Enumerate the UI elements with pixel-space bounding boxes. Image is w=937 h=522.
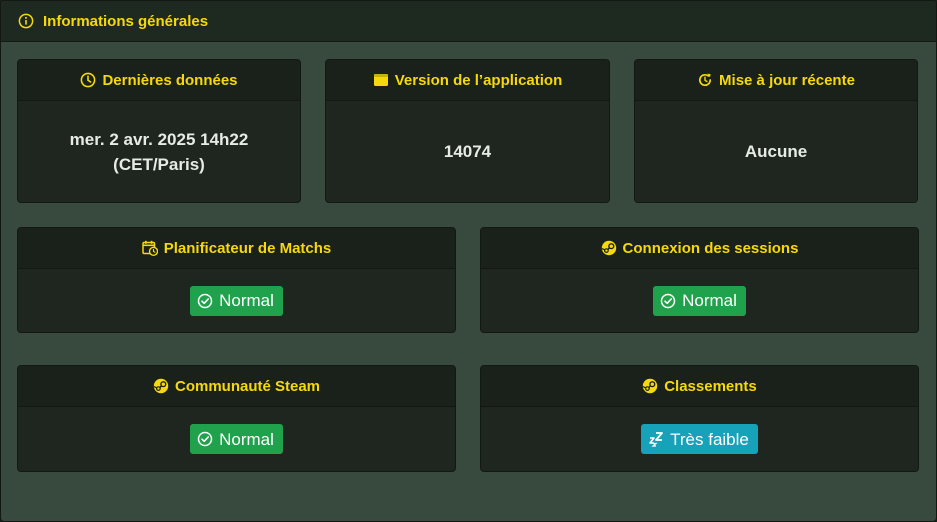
- card-title: Mise à jour récente: [719, 71, 855, 89]
- session-login-card: Connexion des sessions Normal: [480, 227, 919, 333]
- check-circle-icon: [197, 293, 213, 309]
- steam-icon: [601, 240, 617, 256]
- status-badge: Très faible: [641, 424, 758, 454]
- recent-update-card: Mise à jour récente Aucune: [634, 59, 918, 203]
- sleep-icon: [648, 431, 664, 447]
- general-info-panel: Informations générales Dernières données…: [0, 0, 937, 522]
- card-body: Normal: [481, 269, 918, 332]
- calendar-clock-icon: [141, 240, 158, 256]
- card-title: Planificateur de Matchs: [163, 239, 332, 257]
- app-version-card: Version de l’application 14074: [325, 59, 610, 203]
- clock-icon: [80, 72, 96, 88]
- last-data-card: Dernières données mer. 2 avr. 2025 14h22…: [17, 59, 301, 203]
- card-header: Connexion des sessions: [481, 228, 918, 269]
- leaderboards-card: Classements Très faible: [480, 365, 919, 472]
- card-header: Communauté Steam: [18, 366, 455, 407]
- card-body: 14074: [326, 101, 609, 202]
- status-label: Normal: [219, 291, 274, 310]
- check-circle-icon: [660, 293, 676, 309]
- card-header: Version de l’application: [326, 60, 609, 101]
- card-title: Classements: [664, 377, 757, 395]
- card-title: Communauté Steam: [174, 377, 321, 395]
- card-title: Dernières données: [102, 71, 238, 89]
- steam-icon: [153, 378, 169, 394]
- status-label: Normal: [219, 429, 274, 449]
- window-icon: [373, 72, 389, 88]
- status-badge: Normal: [190, 424, 283, 454]
- card-header: Planificateur de Matchs: [18, 228, 455, 269]
- steam-community-card: Communauté Steam Normal: [17, 365, 456, 472]
- steam-icon: [642, 378, 658, 394]
- card-title: Version de l’application: [394, 71, 563, 89]
- panel-title: Informations générales: [43, 12, 209, 30]
- status-badge: Normal: [190, 285, 283, 316]
- info-circle-icon: [18, 13, 34, 29]
- check-circle-icon: [197, 431, 213, 447]
- card-header: Classements: [481, 366, 918, 407]
- card-body: mer. 2 avr. 2025 14h22 (CET/Paris): [18, 101, 300, 202]
- card-body: Très faible: [481, 407, 918, 471]
- match-scheduler-card: Planificateur de Matchs Normal: [17, 227, 456, 333]
- card-header: Mise à jour récente: [635, 60, 917, 101]
- status-badge: Normal: [653, 285, 746, 316]
- card-header: Dernières données: [18, 60, 300, 101]
- card-body: Normal: [18, 269, 455, 332]
- card-title: Connexion des sessions: [622, 239, 799, 257]
- panel-header: Informations générales: [1, 1, 936, 42]
- card-body: Normal: [18, 407, 455, 471]
- refresh-icon: [697, 72, 713, 88]
- app-version-value: 14074: [443, 142, 492, 161]
- card-body: Aucune: [635, 101, 917, 202]
- last-data-date: mer. 2 avr. 2025 14h22: [69, 129, 249, 149]
- recent-update-value: Aucune: [744, 142, 808, 161]
- last-data-timezone: (CET/Paris): [113, 154, 205, 174]
- status-label: Normal: [682, 291, 737, 310]
- status-label: Très faible: [670, 429, 749, 449]
